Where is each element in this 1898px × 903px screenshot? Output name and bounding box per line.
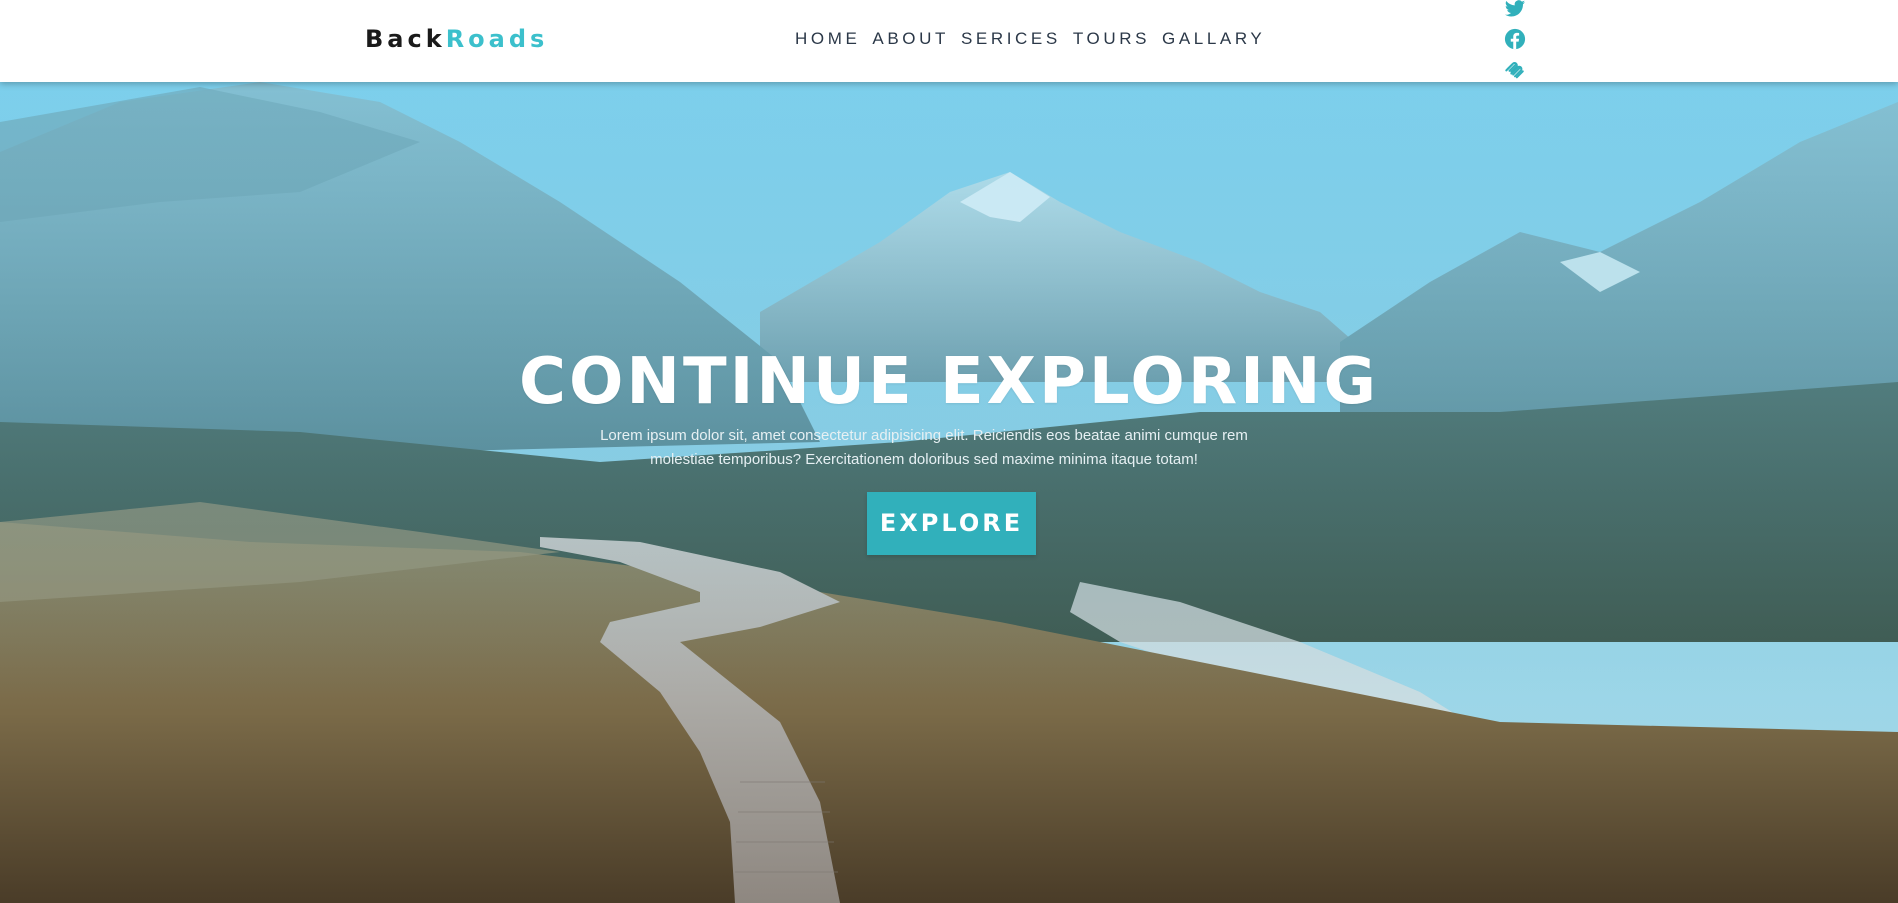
explore-button[interactable]: EXPLORE	[867, 492, 1036, 555]
nav-links: HOME ABOUT SERICES TOURS GALLARY	[795, 28, 1277, 50]
facebook-icon[interactable]	[1504, 28, 1526, 50]
nav-link-services[interactable]: SERICES	[961, 28, 1061, 50]
squarespace-icon[interactable]	[1504, 58, 1526, 80]
twitter-icon[interactable]	[1504, 0, 1526, 20]
navbar: BackRoads HOME ABOUT SERICES TOURS GALLA…	[0, 0, 1898, 82]
hero-text: Lorem ipsum dolor sit, amet consectetur …	[600, 427, 1248, 468]
hero-title: CONTINUE EXPLORING	[519, 345, 1379, 419]
nav-link-tours[interactable]: TOURS	[1073, 28, 1150, 50]
nav-link-gallery[interactable]: GALLARY	[1162, 28, 1265, 50]
hero-section: CONTINUE EXPLORING Lorem ipsum dolor sit…	[0, 82, 1898, 903]
nav-link-home[interactable]: HOME	[795, 28, 860, 50]
logo-text-roads: Roads	[445, 25, 549, 53]
logo-text-back: Back	[365, 25, 446, 53]
logo[interactable]: BackRoads	[365, 24, 548, 54]
nav-link-about[interactable]: ABOUT	[872, 28, 949, 50]
